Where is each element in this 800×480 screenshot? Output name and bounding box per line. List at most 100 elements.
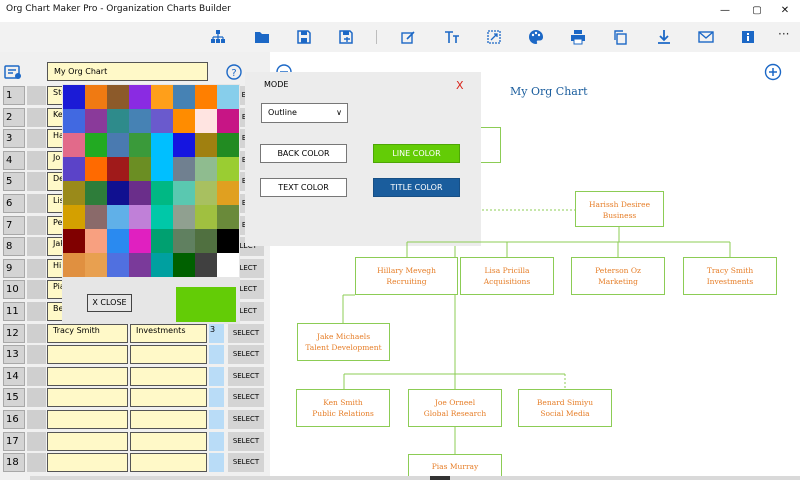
row-handle[interactable] <box>27 367 46 386</box>
chart-node-hariesh[interactable]: Harissh Desiree Business <box>575 191 664 227</box>
title-color-button[interactable]: TITLE COLOR <box>373 178 460 197</box>
name-field[interactable]: Tracy Smith <box>47 324 128 343</box>
color-swatch[interactable] <box>107 253 129 277</box>
copy-icon[interactable] <box>612 29 628 45</box>
chart-list-icon[interactable] <box>4 64 22 80</box>
name-field[interactable] <box>47 388 128 407</box>
back-color-button[interactable]: BACK COLOR <box>260 144 347 163</box>
color-swatch[interactable] <box>85 253 107 277</box>
department-field[interactable]: Investments <box>130 324 207 343</box>
level-field[interactable] <box>209 345 224 364</box>
row-handle[interactable] <box>27 388 46 407</box>
color-swatch[interactable] <box>85 181 107 205</box>
department-field[interactable] <box>130 410 207 429</box>
chart-node-ken[interactable]: Ken Smith Public Relations <box>296 389 390 427</box>
color-swatch[interactable] <box>63 157 85 181</box>
select-button[interactable]: SELECT <box>228 410 264 429</box>
maximize-button[interactable]: ▢ <box>742 0 772 22</box>
color-swatch[interactable] <box>173 253 195 277</box>
color-swatch[interactable] <box>107 205 129 229</box>
color-swatch[interactable] <box>63 253 85 277</box>
close-window-button[interactable]: ✕ <box>770 0 800 22</box>
department-field[interactable] <box>130 345 207 364</box>
color-swatch[interactable] <box>151 181 173 205</box>
name-field[interactable] <box>47 367 128 386</box>
chart-node-partial[interactable] <box>481 127 501 163</box>
color-swatch[interactable] <box>129 109 151 133</box>
color-swatch[interactable] <box>151 133 173 157</box>
color-swatch[interactable] <box>173 181 195 205</box>
crop-icon[interactable] <box>486 29 502 45</box>
color-swatch[interactable] <box>63 205 85 229</box>
color-swatch[interactable] <box>217 157 239 181</box>
row-handle[interactable] <box>27 345 46 364</box>
color-swatch[interactable] <box>195 205 217 229</box>
info-icon[interactable] <box>740 29 756 45</box>
row-handle[interactable] <box>27 302 46 321</box>
color-swatch[interactable] <box>217 133 239 157</box>
mail-icon[interactable] <box>698 29 714 45</box>
color-swatch[interactable] <box>129 205 151 229</box>
select-button[interactable]: SELECT <box>228 388 264 407</box>
chart-node-joe[interactable]: Joe Orneel Global Research <box>408 389 502 427</box>
color-swatch[interactable] <box>129 253 151 277</box>
row-handle[interactable] <box>27 324 46 343</box>
color-swatch[interactable] <box>63 229 85 253</box>
save-as-icon[interactable] <box>338 29 354 45</box>
color-swatch[interactable] <box>151 253 173 277</box>
chart-node-benard[interactable]: Benard Simiyu Social Media <box>518 389 612 427</box>
chart-node-tracy[interactable]: Tracy Smith Investments <box>683 257 777 295</box>
color-swatch[interactable] <box>129 157 151 181</box>
color-swatch[interactable] <box>217 181 239 205</box>
row-handle[interactable] <box>27 237 46 256</box>
color-swatch[interactable] <box>63 133 85 157</box>
select-button[interactable]: SELECT <box>228 324 264 343</box>
color-swatch[interactable] <box>217 229 239 253</box>
color-swatch[interactable] <box>63 85 85 109</box>
level-field[interactable] <box>209 453 224 472</box>
minimize-button[interactable]: — <box>710 0 740 22</box>
color-swatch[interactable] <box>129 229 151 253</box>
level-field[interactable]: 3 <box>209 324 224 343</box>
color-swatch[interactable] <box>195 181 217 205</box>
mode-close-button[interactable]: X <box>456 79 464 92</box>
chart-node-lisa[interactable]: Lisa Pricilla Acquisitions <box>460 257 554 295</box>
level-field[interactable] <box>209 432 224 451</box>
color-swatch[interactable] <box>107 229 129 253</box>
row-handle[interactable] <box>27 280 46 299</box>
color-swatch[interactable] <box>107 85 129 109</box>
chart-node-peterson[interactable]: Peterson Oz Marketing <box>571 257 665 295</box>
row-handle[interactable] <box>27 216 46 235</box>
color-swatch[interactable] <box>151 157 173 181</box>
color-swatch[interactable] <box>173 157 195 181</box>
color-swatch[interactable] <box>217 85 239 109</box>
row-handle[interactable] <box>27 108 46 127</box>
color-swatch[interactable] <box>107 133 129 157</box>
add-node-icon[interactable] <box>764 63 782 81</box>
department-field[interactable] <box>130 453 207 472</box>
row-handle[interactable] <box>27 453 46 472</box>
color-swatch[interactable] <box>129 133 151 157</box>
department-field[interactable] <box>130 388 207 407</box>
color-swatch[interactable] <box>151 229 173 253</box>
row-handle[interactable] <box>27 151 46 170</box>
name-field[interactable] <box>47 453 128 472</box>
color-swatch[interactable] <box>129 181 151 205</box>
select-button[interactable]: SELECT <box>228 453 264 472</box>
color-swatch[interactable] <box>85 133 107 157</box>
department-field[interactable] <box>130 367 207 386</box>
color-swatch[interactable] <box>173 85 195 109</box>
select-button[interactable]: SELECT <box>228 367 264 386</box>
color-swatch[interactable] <box>195 157 217 181</box>
row-handle[interactable] <box>27 194 46 213</box>
level-field[interactable] <box>209 388 224 407</box>
color-swatch[interactable] <box>107 181 129 205</box>
mode-select[interactable]: Outline ∨ <box>261 103 348 123</box>
level-field[interactable] <box>209 410 224 429</box>
name-field[interactable] <box>47 345 128 364</box>
level-field[interactable] <box>209 367 224 386</box>
color-swatch[interactable] <box>217 253 239 277</box>
color-swatch[interactable] <box>85 229 107 253</box>
row-handle[interactable] <box>27 410 46 429</box>
color-swatch[interactable] <box>151 205 173 229</box>
